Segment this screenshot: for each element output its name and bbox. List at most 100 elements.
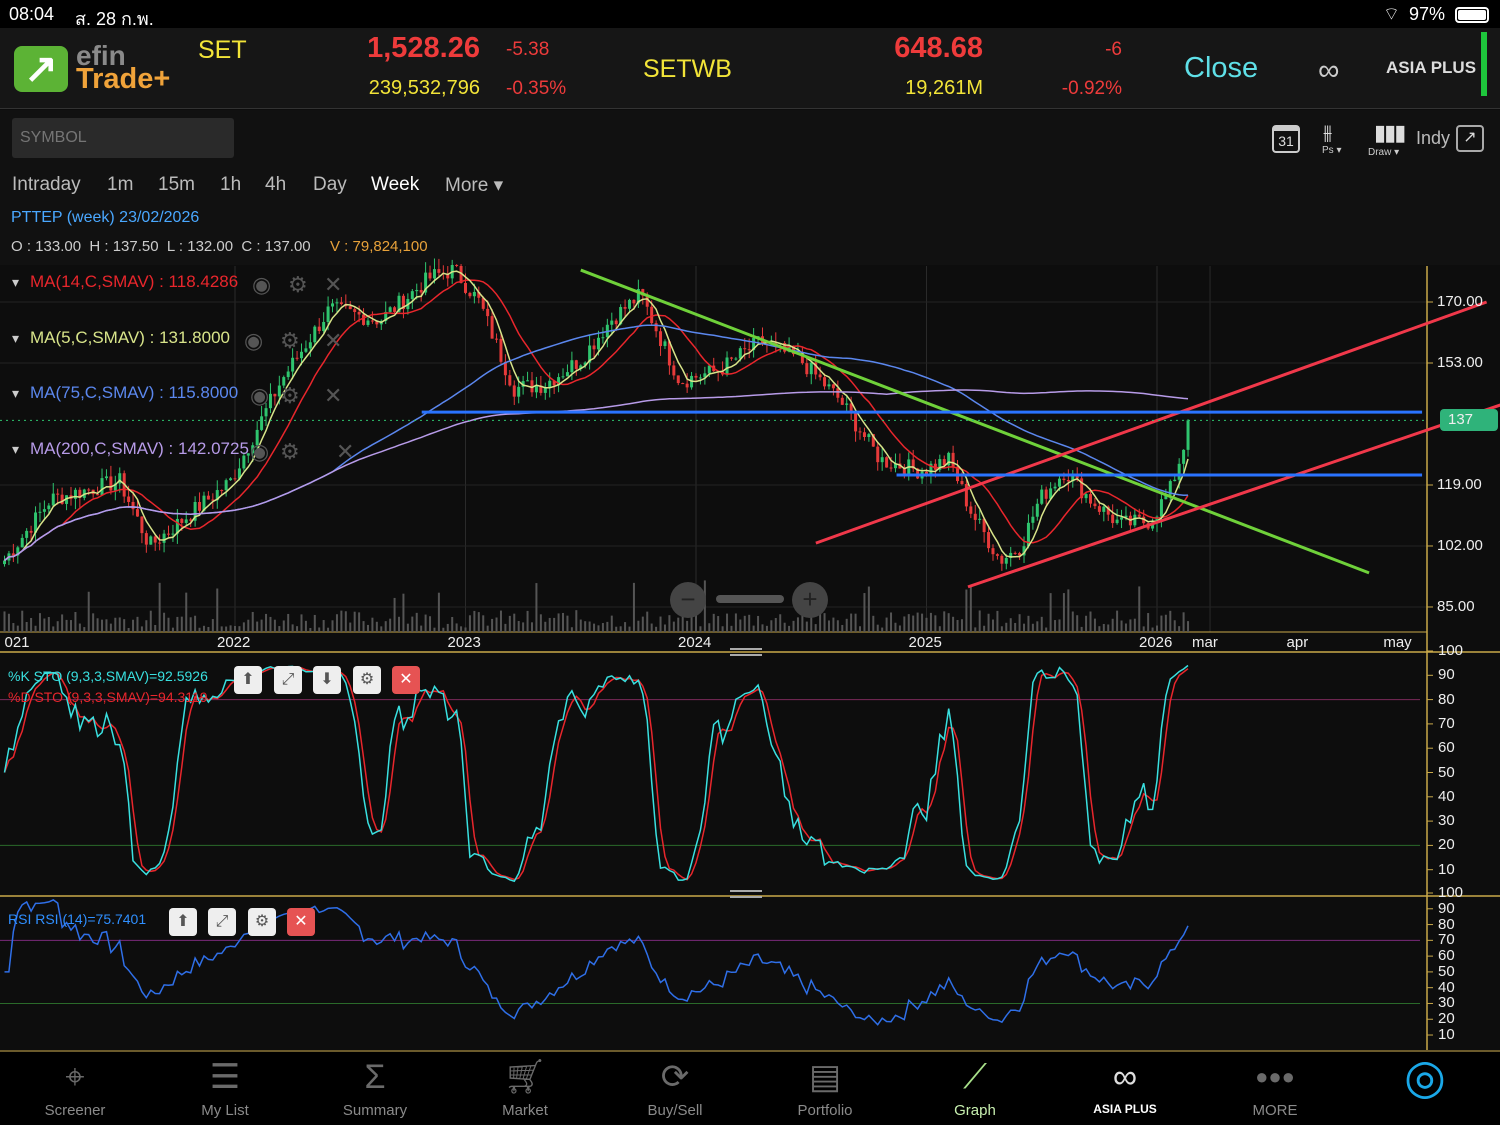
price-tick-label: 119.00 xyxy=(1437,475,1482,493)
nav-label: Screener xyxy=(44,1102,106,1119)
collapse-icon[interactable]: ▾ xyxy=(12,441,19,458)
settings-icon[interactable]: ⚙ xyxy=(280,439,300,465)
collapse-icon[interactable]: ▾ xyxy=(12,330,19,347)
price-tick-label: 153.00 xyxy=(1437,353,1483,371)
draw-label[interactable]: Draw ▾ xyxy=(1368,147,1399,158)
indicator-icon[interactable]: ↗ xyxy=(1456,125,1484,152)
stoch-tick-label: 60 xyxy=(1438,739,1455,757)
settings-button[interactable]: ⚙ xyxy=(353,666,381,694)
visibility-icon[interactable]: ◉ xyxy=(250,439,269,465)
nav-more[interactable]: ●●● MORE xyxy=(1200,1052,1350,1125)
timeframe-tab[interactable]: Day xyxy=(313,174,347,196)
set-label[interactable]: SET xyxy=(198,36,247,65)
nav-assistant[interactable]: ◎ xyxy=(1350,1051,1500,1125)
nav-summary[interactable]: Σ Summary xyxy=(300,1052,450,1125)
stoch-d-legend: %D STO (9,3,3,SMAV)=94.3119 xyxy=(8,689,208,705)
timeframe-tab[interactable]: 4h xyxy=(265,174,286,196)
nav-buy-sell[interactable]: ⟳ Buy/Sell xyxy=(600,1052,750,1125)
timeframe-tab[interactable]: 1h xyxy=(220,174,241,196)
indicator-label[interactable]: Indy xyxy=(1416,128,1450,149)
status-bar: 08:04 ส. 28 ก.พ. ⌔ 97% xyxy=(0,0,1500,29)
set-percent: -0.35% xyxy=(506,78,567,99)
ps-label[interactable]: Ps ▾ xyxy=(1322,145,1341,156)
nav-screener[interactable]: ⌖ Screener xyxy=(0,1052,150,1125)
settings-icon[interactable]: ⚙ xyxy=(280,328,300,354)
logo-text-bottom: Trade+ xyxy=(76,63,171,95)
expand-button[interactable]: ⤢ xyxy=(208,908,236,936)
market-status: Close xyxy=(1184,52,1259,84)
time-tick-label: mar xyxy=(1192,634,1218,651)
nav-asia-plus[interactable]: ∞ ASIA PLUS xyxy=(1050,1052,1200,1125)
wifi-icon: ⌔ xyxy=(1383,4,1400,24)
expand-button[interactable]: ⤢ xyxy=(274,666,302,694)
market-header: ↗ efin Trade+ SET 1,528.26 -5.38 239,532… xyxy=(0,28,1500,109)
draw-icon[interactable]: ▮▮▮ xyxy=(1374,120,1406,146)
rsi-tick-label: 30 xyxy=(1438,994,1455,1012)
setwb-volume: 19,261M xyxy=(905,77,983,99)
timeframe-tab[interactable]: Intraday xyxy=(12,174,81,196)
timeframe-tab[interactable]: More ▾ xyxy=(445,174,503,197)
remove-icon[interactable]: ✕ xyxy=(324,328,342,354)
close-panel-button[interactable]: ✕ xyxy=(287,908,315,936)
battery-icon xyxy=(1455,7,1489,23)
move-down-button[interactable]: ⬇ xyxy=(313,666,341,694)
nav-my-list[interactable]: ☰ My List xyxy=(150,1052,300,1125)
close-panel-button[interactable]: ✕ xyxy=(392,666,420,694)
setwb-change: -6 xyxy=(1105,39,1122,60)
time-tick-label: 2025 xyxy=(908,634,942,651)
bottom-nav: ⌖ Screener ☰ My List Σ Summary 🛒︎ Market ⟳ Buy/Se… xyxy=(0,1051,1500,1125)
broker-logo-text: ASIA PLUS xyxy=(1386,58,1477,77)
price-tick-label: 102.00 xyxy=(1437,536,1483,554)
ma-legend: MA(200,C,SMAV) : 142.0725 xyxy=(30,439,249,458)
time-tick-label: 2026 xyxy=(1139,634,1173,651)
time-tick-label: 2024 xyxy=(678,634,712,651)
move-up-button[interactable]: ⬆ xyxy=(169,908,197,936)
efin-logo-icon: ↗ xyxy=(14,46,68,92)
nav-label: ASIA PLUS xyxy=(1093,1102,1157,1116)
zoom-in-button[interactable]: + xyxy=(792,582,828,618)
nav-portfolio[interactable]: ▤ Portfolio xyxy=(750,1052,900,1125)
chart-toolbar: 31 ⫵ Ps ▾ ▮▮▮ Draw ▾ Indy ↗ Intraday 1m 15… xyxy=(0,110,1500,265)
nav-market[interactable]: 🛒︎ Market xyxy=(450,1052,600,1125)
remove-icon[interactable]: ✕ xyxy=(324,272,342,298)
rsi-tick-label: 90 xyxy=(1438,899,1455,917)
visibility-icon[interactable]: ◉ xyxy=(244,328,263,354)
move-up-button[interactable]: ⬆ xyxy=(234,666,262,694)
last-price-badge: 137 xyxy=(1440,409,1498,432)
nav-label: Graph xyxy=(954,1102,996,1119)
nav-graph[interactable]: ⟋ Graph xyxy=(900,1052,1050,1125)
setwb-label[interactable]: SETWB xyxy=(643,55,732,84)
calendar-icon[interactable]: 31 xyxy=(1272,125,1300,153)
zoom-out-button[interactable]: − xyxy=(670,582,706,618)
rsi-tick-label: 80 xyxy=(1438,915,1455,933)
candle-style-icon[interactable]: ⫵ xyxy=(1323,122,1332,145)
settings-button[interactable]: ⚙ xyxy=(248,908,276,936)
timeframe-tab[interactable]: 1m xyxy=(107,174,133,196)
panel-resize-handle[interactable] xyxy=(730,890,762,898)
remove-icon[interactable]: ✕ xyxy=(336,439,354,465)
rsi-tick-label: 100 xyxy=(1438,884,1464,901)
stoch-tick-label: 90 xyxy=(1438,666,1455,684)
symbol-input[interactable] xyxy=(12,118,234,158)
zoom-slider[interactable] xyxy=(716,595,784,603)
time-tick-label: may xyxy=(1383,634,1412,651)
rsi-tick-label: 50 xyxy=(1438,962,1455,980)
collapse-icon[interactable]: ▾ xyxy=(12,385,19,402)
panel-resize-handle[interactable] xyxy=(730,648,762,656)
visibility-icon[interactable]: ◉ xyxy=(252,272,271,298)
settings-icon[interactable]: ⚙ xyxy=(288,272,308,298)
time-tick-label: apr xyxy=(1286,634,1309,651)
sigma-icon: Σ xyxy=(364,1057,386,1096)
timeframe-tab[interactable]: 15m xyxy=(158,174,195,196)
volume-readout: V : 79,824,100 xyxy=(330,238,428,255)
settings-icon[interactable]: ⚙ xyxy=(280,383,300,409)
calendar-day: 31 xyxy=(1278,133,1294,149)
visibility-icon[interactable]: ◉ xyxy=(250,383,269,409)
chart-title: PTTEP (week) 23/02/2026 xyxy=(11,209,200,226)
timeframe-tab[interactable]: Week xyxy=(371,174,419,196)
stoch-tick-label: 40 xyxy=(1438,787,1455,805)
stoch-tick-label: 20 xyxy=(1438,836,1455,854)
collapse-icon[interactable]: ▾ xyxy=(12,274,19,291)
status-time: 08:04 xyxy=(9,4,55,24)
remove-icon[interactable]: ✕ xyxy=(324,383,342,409)
